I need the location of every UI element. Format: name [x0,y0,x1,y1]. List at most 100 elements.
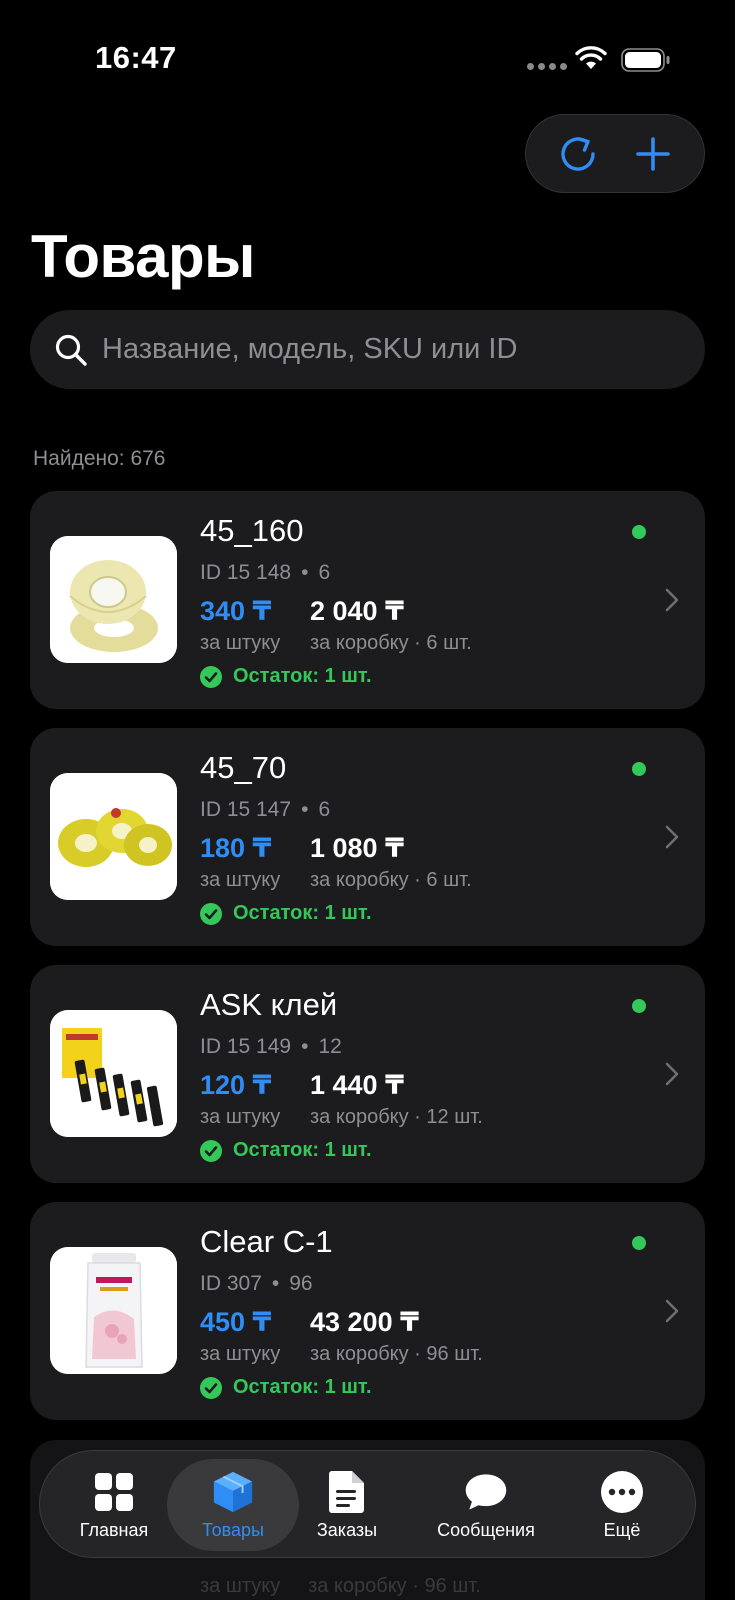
price-per-unit-label: за штуку [200,1575,281,1597]
price-per-box: 1 080 ₸ [310,833,404,863]
header-actions [525,114,705,193]
price-per-unit: 120 ₸ [200,1070,272,1100]
price-per-box-label: за коробку · 12 шт. [310,1106,483,1128]
active-status-dot [632,762,646,776]
checkmark-circle-icon [200,1139,222,1162]
product-image [50,773,177,900]
stock-label: Остаток: 1 шт. [233,1376,372,1398]
product-image [50,536,177,663]
wifi-icon [575,46,607,69]
tab-label: Товары [202,1519,264,1540]
price-per-box: 2 040 ₸ [310,596,404,626]
price-per-box: 1 440 ₸ [310,1070,404,1100]
price-per-unit-label: за штуку [200,1106,281,1128]
product-list: 45_160 ID 15 148 • 6 340 ₸ 2 040 ₸ за штук… [30,491,705,1439]
tab-orders[interactable]: Заказы [292,1451,402,1559]
product-image [50,1247,177,1374]
chevron-right-icon [665,825,679,849]
price-per-box-label: за коробку · 6 шт. [310,632,472,654]
checkmark-circle-icon [200,902,222,925]
tab-label: Ещё [603,1519,641,1540]
active-status-dot [632,525,646,539]
cellular-signal-icon [527,63,567,70]
product-id: ID 15 148 [200,561,292,584]
price-per-unit: 450 ₸ [200,1307,272,1337]
product-name: ASK клей [200,987,338,1022]
shampoo-bottle-icon [50,1247,177,1374]
refresh-button[interactable] [552,128,604,180]
product-image [50,1010,177,1137]
active-status-dot [632,999,646,1013]
search-bar[interactable] [30,310,705,389]
tab-messages[interactable]: Сообщения [410,1451,562,1559]
price-per-unit: 180 ₸ [200,833,272,863]
search-input[interactable] [102,333,662,366]
checkmark-circle-icon [200,665,222,688]
tab-products[interactable]: Товары [167,1459,299,1551]
tab-label: Сообщения [437,1519,535,1540]
meta-separator: • [301,798,309,821]
chevron-right-icon [665,1062,679,1086]
status-bar: 16:47 [0,0,735,110]
grid-icon [92,1470,136,1514]
product-name: Clear C-1 [200,1224,333,1259]
active-status-dot [632,1236,646,1250]
tab-more[interactable]: Ещё [562,1451,682,1559]
product-meta: ID 15 147 • 6 [200,798,330,822]
product-pack: 6 [318,561,331,584]
tab-label: Главная [79,1519,149,1540]
refresh-icon [560,136,595,171]
checkmark-circle-icon [200,1376,222,1399]
chevron-right-icon [665,1299,679,1323]
product-id: ID 15 149 [200,1035,292,1058]
stock-status: Остаток: 1 шт. [200,1376,372,1399]
stock-label: Остаток: 1 шт. [233,1139,372,1161]
price-per-unit-label: за штуку [200,1343,281,1365]
price-per-box: 43 200 ₸ [310,1307,419,1337]
chevron-right-icon [665,588,679,612]
more-icon [600,1470,644,1514]
tab-label: Заказы [316,1519,378,1540]
stock-label: Остаток: 1 шт. [233,665,372,687]
tab-home[interactable]: Главная [48,1451,180,1559]
product-card[interactable]: Clear C-1 ID 307 • 96 450 ₸ 43 200 ₸ за шт… [30,1202,705,1420]
product-card[interactable]: 45_160 ID 15 148 • 6 340 ₸ 2 040 ₸ за штук… [30,491,705,709]
stock-status: Остаток: 1 шт. [200,902,372,925]
partial-card-labels: за штуку за коробку · 96 шт. [200,1575,481,1598]
add-product-button[interactable] [627,128,679,180]
product-id: ID 307 [200,1272,262,1295]
meta-separator: • [271,1272,280,1295]
battery-icon [621,48,670,72]
product-pack: 96 [289,1272,313,1295]
tape-clear-icon [50,536,177,663]
price-per-box-label: за коробку · 96 шт. [308,1575,481,1597]
box-icon [211,1470,255,1514]
meta-separator: • [301,1035,309,1058]
price-per-box-label: за коробку · 96 шт. [310,1343,483,1365]
product-meta: ID 307 • 96 [200,1272,313,1296]
search-icon [55,334,87,366]
tab-bar: Главная Товары Заказы Сообщения Ещё [39,1450,696,1558]
stock-status: Остаток: 1 шт. [200,665,372,688]
page-title: Товары [31,223,255,290]
product-card[interactable]: 45_70 ID 15 147 • 6 180 ₸ 1 080 ₸ за штуку… [30,728,705,946]
status-time: 16:47 [95,40,177,75]
product-name: 45_70 [200,750,287,785]
price-per-unit-label: за штуку [200,869,281,891]
document-icon [325,1470,369,1514]
product-pack: 12 [318,1035,342,1058]
product-card[interactable]: ASK клей ID 15 149 • 12 120 ₸ 1 440 ₸ за ш… [30,965,705,1183]
stock-label: Остаток: 1 шт. [233,902,372,924]
price-per-unit-label: за штуку [200,632,281,654]
chat-bubble-icon [464,1470,508,1514]
product-name: 45_160 [200,513,304,548]
tape-yellow-icon [50,773,177,900]
plus-icon [635,136,670,171]
price-per-box-label: за коробку · 6 шт. [310,869,472,891]
product-meta: ID 15 149 • 12 [200,1035,342,1059]
product-meta: ID 15 148 • 6 [200,561,330,585]
glue-tubes-icon [50,1010,177,1137]
product-id: ID 15 147 [200,798,292,821]
price-per-unit: 340 ₸ [200,596,272,626]
meta-separator: • [301,561,309,584]
